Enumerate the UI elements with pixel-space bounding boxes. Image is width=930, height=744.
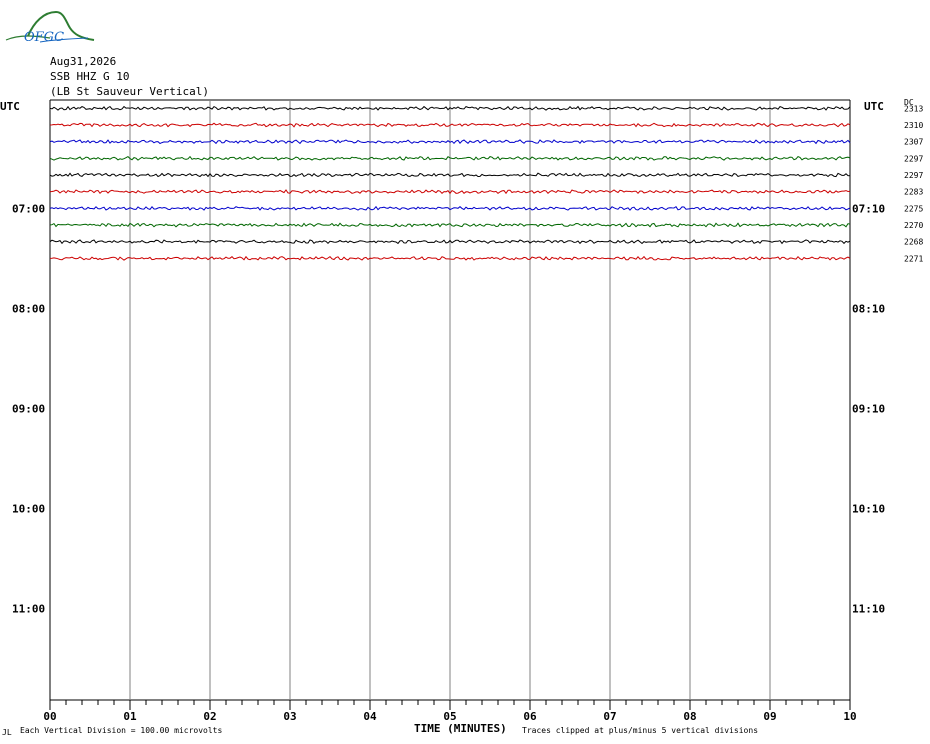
clipping-note: Traces clipped at plus/minus 5 vertical … xyxy=(522,726,759,735)
hour-label-right: 10:10 xyxy=(852,502,885,515)
hour-label-right: 09:10 xyxy=(852,402,885,415)
dc-offset-value: 2283 xyxy=(904,188,923,197)
hour-label-right: 07:10 xyxy=(852,202,885,215)
x-tick-label: 01 xyxy=(123,710,137,723)
hour-label-left: 09:00 xyxy=(12,402,45,415)
dc-offset-value: 2275 xyxy=(904,204,923,213)
x-tick-label: 02 xyxy=(203,710,216,723)
x-tick-label: 10 xyxy=(843,710,856,723)
x-tick-label: 00 xyxy=(43,710,56,723)
dc-offset-value: 2307 xyxy=(904,138,923,147)
hour-label-left: 10:00 xyxy=(12,502,45,515)
dc-offset-value: 2271 xyxy=(904,254,923,263)
dc-offset-value: 2313 xyxy=(904,104,923,113)
dc-offset-value: 2310 xyxy=(904,121,923,130)
helicorder-plot: 00 01 02 03 04 05 06 07 08 09 1007:0008:0009:0010:… xyxy=(12,99,923,723)
dc-offset-value: 2297 xyxy=(904,171,923,180)
x-axis-title: TIME (MINUTES) xyxy=(414,722,507,735)
hour-label-right: 11:10 xyxy=(852,602,885,615)
dc-offset-value: 2268 xyxy=(904,238,923,247)
dc-offset-value: 2270 xyxy=(904,221,923,230)
x-tick-label: 07 xyxy=(603,710,616,723)
corner-mark: JL xyxy=(2,728,12,737)
x-tick-label: 08 xyxy=(683,710,696,723)
hour-label-right: 08:10 xyxy=(852,302,885,315)
vertical-division-note: Each Vertical Division = 100.00 microvol… xyxy=(20,726,223,735)
hour-label-left: 07:00 xyxy=(12,202,45,215)
x-tick-label: 09 xyxy=(763,710,776,723)
x-tick-label: 06 xyxy=(523,710,537,723)
dc-offset-value: 2297 xyxy=(904,154,923,163)
x-tick-label: 03 xyxy=(283,710,296,723)
hour-label-left: 11:00 xyxy=(12,602,45,615)
hour-label-left: 08:00 xyxy=(12,302,45,315)
x-tick-label: 04 xyxy=(363,710,377,723)
